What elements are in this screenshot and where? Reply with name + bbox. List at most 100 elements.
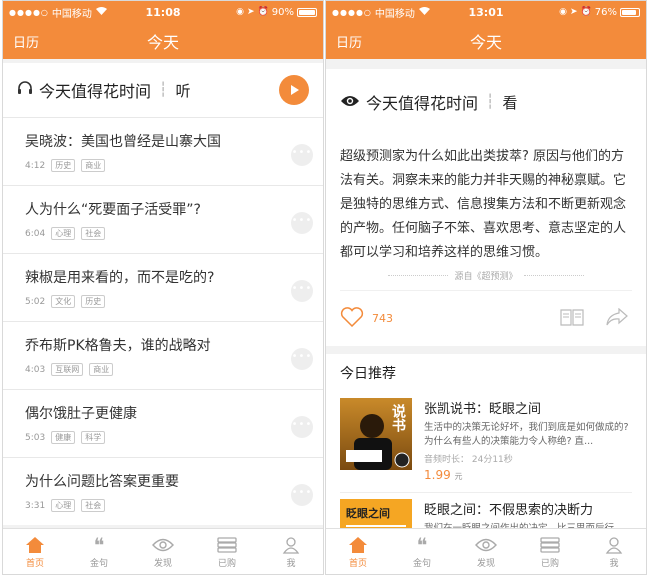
item-tag[interactable]: 社会: [81, 499, 106, 512]
item-tag[interactable]: 社会: [81, 227, 106, 240]
headphones-icon: [17, 80, 33, 100]
tab-me[interactable]: 我: [259, 529, 323, 574]
calendar-button[interactable]: 日历: [13, 32, 39, 51]
quote-icon: ❝: [416, 533, 428, 557]
home-icon: [348, 534, 368, 556]
item-title: 乔布斯PK格鲁夫，谁的战略对: [25, 338, 211, 354]
header-mode: 听: [175, 81, 191, 100]
purchased-icon: [540, 534, 560, 556]
item-tag[interactable]: 心理: [51, 227, 76, 240]
tab-purchased[interactable]: 已购: [195, 529, 259, 574]
nav-bar: 日历 今天: [326, 23, 646, 59]
source-label[interactable]: 源自《超预测》: [454, 269, 517, 282]
location-icon: ➤: [247, 7, 255, 17]
tab-label: 金句: [89, 559, 108, 569]
tab-label: 发现: [153, 559, 172, 569]
page-title: 今天: [469, 33, 502, 52]
item-tag[interactable]: 文化: [51, 295, 76, 308]
book-cover: 说书: [340, 398, 412, 470]
tab-label: 我: [609, 559, 619, 569]
more-icon[interactable]: •••: [291, 144, 313, 166]
status-bar: ●●●●○ 中国移动 13:01 ◉ ➤ ⏰ 76%: [326, 1, 646, 23]
list-item[interactable]: 为什么问题比答案更重要 3:31 心理 社会 •••: [3, 457, 323, 525]
header-divider: ┆: [486, 94, 495, 110]
more-icon[interactable]: •••: [291, 212, 313, 234]
item-tag[interactable]: 健康: [51, 431, 76, 444]
tab-quotes[interactable]: ❝ 金句: [67, 529, 131, 574]
left-screen: ●●●●○ 中国移动 11:08 ◉ ➤ ⏰ 90% 日历 今天 今天值得花时间…: [2, 0, 324, 575]
book-icon[interactable]: [560, 308, 584, 330]
tab-label: 首页: [25, 559, 44, 569]
page-title: 今天: [146, 33, 179, 52]
item-title: 偶尔饿肚子更健康: [25, 406, 137, 422]
recommend-item-title: 眨眼之间：不假思索的决断力: [424, 503, 594, 518]
item-tag[interactable]: 历史: [81, 295, 106, 308]
tab-quotes[interactable]: ❝ 金句: [390, 529, 454, 574]
home-icon: [25, 534, 45, 556]
nav-bar: 日历 今天: [3, 23, 323, 59]
item-duration: 5:03: [25, 432, 46, 443]
more-icon[interactable]: •••: [291, 416, 313, 438]
item-tag[interactable]: 商业: [81, 159, 106, 172]
item-duration: 3:31: [25, 500, 46, 511]
heart-icon[interactable]: [340, 306, 364, 331]
user-icon: [605, 534, 623, 556]
header-title: 今天值得花时间: [366, 94, 479, 113]
item-tag[interactable]: 心理: [51, 499, 76, 512]
recommend-item-price: 1.99 元: [424, 468, 463, 482]
item-tag[interactable]: 商业: [89, 363, 114, 376]
tab-discover[interactable]: 发现: [454, 529, 518, 574]
list-item[interactable]: 吴晓波：美国也曾经是山寨大国 4:12 历史 商业 •••: [3, 117, 323, 185]
header-mode: 看: [502, 93, 518, 112]
eye-icon: [340, 93, 360, 112]
tab-label: 我: [286, 559, 296, 569]
header-title: 今天值得花时间: [39, 82, 152, 101]
recommend-item-title: 张凯说书：眨眼之间: [424, 402, 542, 417]
item-tag[interactable]: 科学: [81, 431, 106, 444]
eye-icon: [475, 534, 497, 556]
location-icon: ➤: [570, 7, 578, 17]
recommend-title: 今日推荐: [340, 366, 396, 382]
cover-text: 说书: [390, 404, 406, 432]
more-icon[interactable]: •••: [291, 348, 313, 370]
list-item[interactable]: 偶尔饿肚子更健康 5:03 健康 科学 •••: [3, 389, 323, 457]
tab-label: 发现: [476, 559, 495, 569]
daily-quote-card: 超级预测家为什么如此出类拔萃? 原因与他们的方法有关。洞察未来的能力并非天赐的神…: [326, 135, 646, 346]
item-duration: 4:12: [25, 160, 46, 171]
tab-label: 首页: [348, 559, 367, 569]
quote-actions: 743: [340, 290, 632, 346]
quote-text: 超级预测家为什么如此出类拔萃? 原因与他们的方法有关。洞察未来的能力并非天赐的神…: [340, 149, 627, 260]
more-icon[interactable]: •••: [291, 484, 313, 506]
tab-me[interactable]: 我: [582, 529, 646, 574]
tab-label: 金句: [412, 559, 431, 569]
quote-source: 源自《超预测》: [340, 269, 632, 282]
tab-label: 已购: [217, 559, 236, 569]
calendar-button[interactable]: 日历: [336, 32, 362, 51]
eye-icon: [152, 534, 174, 556]
tab-home[interactable]: 首页: [3, 529, 67, 574]
item-title: 为什么问题比答案更重要: [25, 474, 179, 490]
recommend-item-duration: 音频时长： 24分11秒: [424, 455, 513, 465]
item-tag[interactable]: 历史: [51, 159, 76, 172]
tab-home[interactable]: 首页: [326, 529, 390, 574]
right-screen: ●●●●○ 中国移动 13:01 ◉ ➤ ⏰ 76% 日历 今天 今天值得花时间…: [325, 0, 647, 575]
item-tag[interactable]: 互联网: [51, 363, 84, 376]
item-title: 人为什么“死要面子活受罪”?: [25, 202, 201, 218]
battery-icon: [297, 7, 317, 17]
tab-label: 已购: [540, 559, 559, 569]
list-item[interactable]: 辣椒是用来看的，而不是吃的? 5:02 文化 历史 •••: [3, 253, 323, 321]
listen-header: 今天值得花时间 ┆ 听: [3, 63, 323, 117]
share-icon[interactable]: [606, 307, 628, 330]
play-all-button[interactable]: [279, 75, 309, 105]
recommend-item-desc: 生活中的决策无论好坏，我们到底是如何做成的? 为什么有些人的决策能力令人称绝? …: [424, 422, 629, 447]
list-item[interactable]: 乔布斯PK格鲁夫，谁的战略对 4:03 互联网 商业 •••: [3, 321, 323, 389]
list-item[interactable]: 人为什么“死要面子活受罪”? 6:04 心理 社会 •••: [3, 185, 323, 253]
read-header: 今天值得花时间 ┆ 看: [326, 69, 646, 135]
like-count: 743: [372, 312, 393, 325]
battery-icon: [620, 7, 640, 17]
tab-discover[interactable]: 发现: [131, 529, 195, 574]
item-title: 辣椒是用来看的，而不是吃的?: [25, 270, 215, 286]
recommend-item[interactable]: 说书 张凯说书：眨眼之间 生活中的决策无论好坏，我们到底是如何做成的? 为什么有…: [340, 392, 632, 493]
more-icon[interactable]: •••: [291, 280, 313, 302]
tab-purchased[interactable]: 已购: [518, 529, 582, 574]
